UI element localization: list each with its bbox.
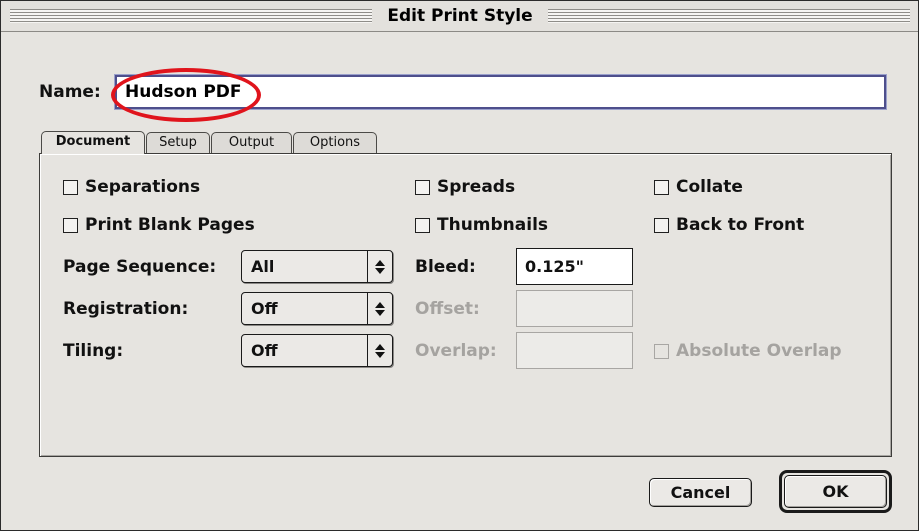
cancel-button[interactable]: Cancel: [649, 478, 752, 507]
collate-checkbox-box[interactable]: [654, 180, 669, 195]
spreads-label: Spreads: [437, 177, 516, 197]
tiling-label: Tiling:: [63, 341, 124, 361]
absolute-overlap-checkbox-box[interactable]: [654, 344, 669, 359]
bleed-field[interactable]: 0.125": [516, 248, 633, 285]
overlap-label: Overlap:: [415, 341, 497, 361]
bleed-label: Bleed:: [415, 257, 476, 277]
overlap-field[interactable]: [516, 332, 633, 369]
registration-label: Registration:: [63, 299, 189, 319]
offset-label: Offset:: [415, 299, 480, 319]
ok-button[interactable]: OK: [784, 475, 887, 508]
thumbnails-label: Thumbnails: [437, 215, 549, 235]
name-label: Name:: [39, 82, 101, 102]
print-blank-pages-label: Print Blank Pages: [85, 215, 255, 235]
thumbnails-checkbox-box[interactable]: [415, 218, 430, 233]
separations-label: Separations: [85, 177, 201, 197]
tab-output[interactable]: Output: [211, 132, 292, 153]
title-bar[interactable]: Edit Print Style: [1, 1, 918, 32]
tab-document[interactable]: Document: [41, 131, 145, 154]
window-title: Edit Print Style: [387, 6, 533, 26]
spreads-checkbox-box[interactable]: [415, 180, 430, 195]
title-bar-stripes-left: [10, 9, 372, 23]
popup-arrows-icon: [367, 335, 392, 366]
print-blank-pages-checkbox-box[interactable]: [63, 218, 78, 233]
page-sequence-value: All: [251, 257, 275, 276]
registration-value: Off: [251, 299, 278, 318]
tiling-popup[interactable]: Off: [241, 334, 393, 367]
title-bar-stripes-right: [548, 9, 910, 23]
page-sequence-label: Page Sequence:: [63, 257, 217, 277]
back-to-front-checkbox-box[interactable]: [654, 218, 669, 233]
separations-checkbox-box[interactable]: [63, 180, 78, 195]
absolute-overlap-label: Absolute Overlap: [676, 341, 842, 361]
popup-arrows-icon: [367, 251, 392, 282]
registration-popup[interactable]: Off: [241, 292, 393, 325]
popup-arrows-icon: [367, 293, 392, 324]
tab-options[interactable]: Options: [293, 132, 377, 153]
back-to-front-label: Back to Front: [676, 215, 805, 235]
tiling-value: Off: [251, 341, 278, 360]
edit-print-style-dialog: Edit Print Style Name: Hudson PDF Docume…: [0, 0, 919, 531]
tab-setup[interactable]: Setup: [146, 132, 210, 153]
name-input[interactable]: Hudson PDF: [115, 75, 886, 109]
page-sequence-popup[interactable]: All: [241, 250, 393, 283]
collate-label: Collate: [676, 177, 743, 197]
offset-field[interactable]: [516, 290, 633, 327]
